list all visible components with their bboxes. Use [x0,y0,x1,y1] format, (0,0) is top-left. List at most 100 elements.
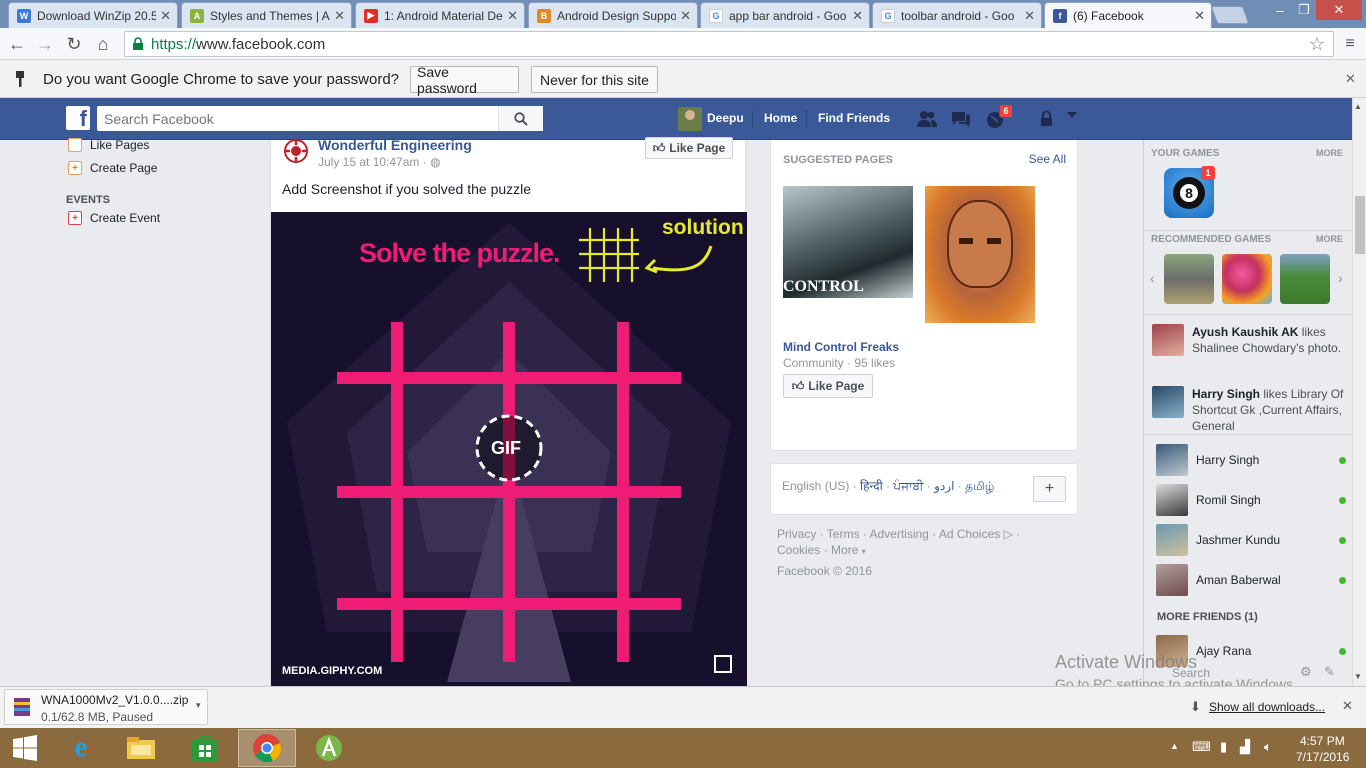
restore-button[interactable]: ❐ [1292,0,1316,20]
more-link[interactable]: More [831,543,858,557]
page-avatar[interactable] [283,138,309,164]
profile-link[interactable]: Deepu [707,111,744,125]
clock-date[interactable]: 7/17/2016 [1296,750,1349,764]
language-urdu[interactable]: اردو [934,479,954,493]
like-pages-link[interactable]: Like Pages [68,138,149,152]
download-item[interactable]: WNA1000Mv2_V1.0.0....zip 0.1/62.8 MB, Pa… [4,689,208,725]
home-icon[interactable]: ⌂ [93,34,113,54]
new-tab-button[interactable] [1210,6,1250,24]
ticker-item[interactable]: Harry Singh likes Library Of Shortcut Gk… [1152,386,1352,436]
suggested-page-name[interactable]: Mind Control Freaks [783,340,899,354]
comic-face-image[interactable] [925,186,1035,323]
show-hidden-icons[interactable]: ▲ [1170,741,1179,751]
back-arrow-icon[interactable]: ← [7,34,27,54]
chevron-down-icon[interactable]: ▾ [196,700,201,711]
file-explorer-button[interactable] [112,729,170,767]
tab-styles-themes[interactable]: A Styles and Themes | A ✕ [181,2,352,28]
cookies-link[interactable]: Cookies [777,543,820,557]
privacy-shortcuts-icon[interactable] [1040,109,1062,129]
your-games-more-link[interactable]: MORE [1316,148,1343,158]
close-icon[interactable]: ✕ [680,8,691,24]
language-punjabi[interactable]: ਪੰਜਾਬੀ [893,479,923,493]
avatar[interactable] [678,107,702,131]
start-button[interactable] [0,729,50,767]
see-all-link[interactable]: See All [1029,152,1066,166]
language-tamil[interactable]: தமிழ் [965,479,994,493]
racing-game-icon[interactable] [1164,254,1214,304]
tab-app-bar-search[interactable]: G app bar android - Goo ✕ [700,2,870,28]
friend-requests-icon[interactable] [916,109,938,129]
messages-icon[interactable] [950,109,972,129]
chat-friend[interactable]: Harry Singh [1156,442,1346,478]
tab-facebook[interactable]: f (6) Facebook ✕ [1044,2,1212,28]
volume-icon[interactable]: 🔈︎ [1264,739,1272,755]
tab-toolbar-search[interactable]: G toolbar android - Goo ✕ [872,2,1042,28]
chevron-down-icon[interactable] [1067,112,1077,118]
language-hindi[interactable]: हिन्दी [860,479,883,493]
chat-friend[interactable]: Aman Baberwal [1156,562,1346,598]
bookmark-star-icon[interactable]: ☆ [1309,34,1325,55]
forward-arrow-icon[interactable]: → [35,34,55,54]
terms-link[interactable]: Terms [827,527,860,541]
post-page-name[interactable]: Wonderful Engineering [318,137,472,153]
home-link[interactable]: Home [764,111,797,125]
suggested-like-page-button[interactable]: 👍︎ Like Page [783,374,873,398]
search-button[interactable] [498,106,543,131]
reload-icon[interactable]: ↻ [64,34,84,54]
recommended-games-more-link[interactable]: MORE [1316,234,1343,244]
create-page-link[interactable]: + Create Page [68,161,157,175]
show-all-downloads-link[interactable]: Show all downloads... [1209,700,1325,714]
create-event-link[interactable]: + Create Event [68,211,160,225]
close-icon[interactable]: ✕ [852,8,863,24]
internet-explorer-button[interactable]: e [52,729,110,767]
close-icon[interactable]: ✕ [1024,8,1035,24]
chevron-right-icon[interactable]: › [1338,270,1343,286]
tab-youtube[interactable]: ▶ 1: Android Material De ✕ [355,2,525,28]
close-icon[interactable]: ✕ [1345,71,1356,87]
battery-icon[interactable]: ▮ [1220,739,1227,755]
page-scrollbar[interactable]: ▲ ▼ [1352,98,1366,686]
tab-winzip[interactable]: W Download WinZip 20.5 ✕ [8,2,178,28]
chat-friend[interactable]: Jashmer Kundu [1156,522,1346,558]
candy-crush-game-icon[interactable] [1222,254,1272,304]
chrome-button[interactable] [238,729,296,767]
tab-android-design[interactable]: B Android Design Suppo ✕ [528,2,698,28]
gear-icon[interactable]: ⚙ [1300,664,1312,680]
facebook-logo-icon[interactable]: f [66,106,90,130]
chevron-left-icon[interactable]: ‹ [1150,270,1155,286]
expand-icon[interactable] [715,656,731,672]
compose-icon[interactable]: ✎ [1324,664,1335,680]
add-language-button[interactable]: + [1033,476,1066,502]
close-icon[interactable]: ✕ [160,8,171,24]
search-input[interactable] [97,110,497,127]
mind-control-page-image[interactable]: CONTROL [783,186,913,298]
network-icon[interactable]: ▟ [1240,739,1250,755]
chat-friend[interactable]: Romil Singh [1156,482,1346,518]
clock-time[interactable]: 4:57 PM [1300,734,1345,748]
close-icon[interactable]: ✕ [334,8,345,24]
never-for-site-button[interactable]: Never for this site [531,66,658,93]
close-icon[interactable]: ✕ [1342,698,1353,714]
keyboard-icon[interactable]: ⌨ [1192,739,1211,755]
soccer-game-icon[interactable] [1280,254,1330,304]
window-close-button[interactable]: ✕ [1316,0,1362,20]
close-icon[interactable]: ✕ [1194,8,1205,24]
privacy-link[interactable]: Privacy [777,527,816,541]
like-page-button[interactable]: 👍︎ Like Page [645,137,733,159]
minimize-button[interactable]: – [1268,0,1292,20]
save-password-button[interactable]: Save password [410,64,519,96]
close-icon[interactable]: ✕ [507,8,518,24]
find-friends-link[interactable]: Find Friends [818,111,890,125]
advertising-link[interactable]: Advertising [869,527,928,541]
gif-source-link[interactable]: MEDIA.GIPHY.COM [282,665,382,677]
post-timestamp[interactable]: July 15 at 10:47am · ◍ [318,155,441,169]
address-bar[interactable]: https://www.facebook.com ☆ [124,31,1334,57]
gif-play-button[interactable]: GIF [491,438,521,459]
ticker-item[interactable]: Ayush Kaushik AK likes Shalinee Chowdary… [1152,324,1352,374]
android-studio-button[interactable] [300,729,358,767]
menu-icon[interactable]: ≡ [1340,34,1360,54]
ad-choices-link[interactable]: Ad Choices [939,527,1000,541]
store-button[interactable] [176,729,234,767]
scrollbar-thumb[interactable] [1355,196,1365,254]
puzzle-gif[interactable]: Solve the puzzle. solution GIF MEDIA.GIP… [271,212,747,686]
